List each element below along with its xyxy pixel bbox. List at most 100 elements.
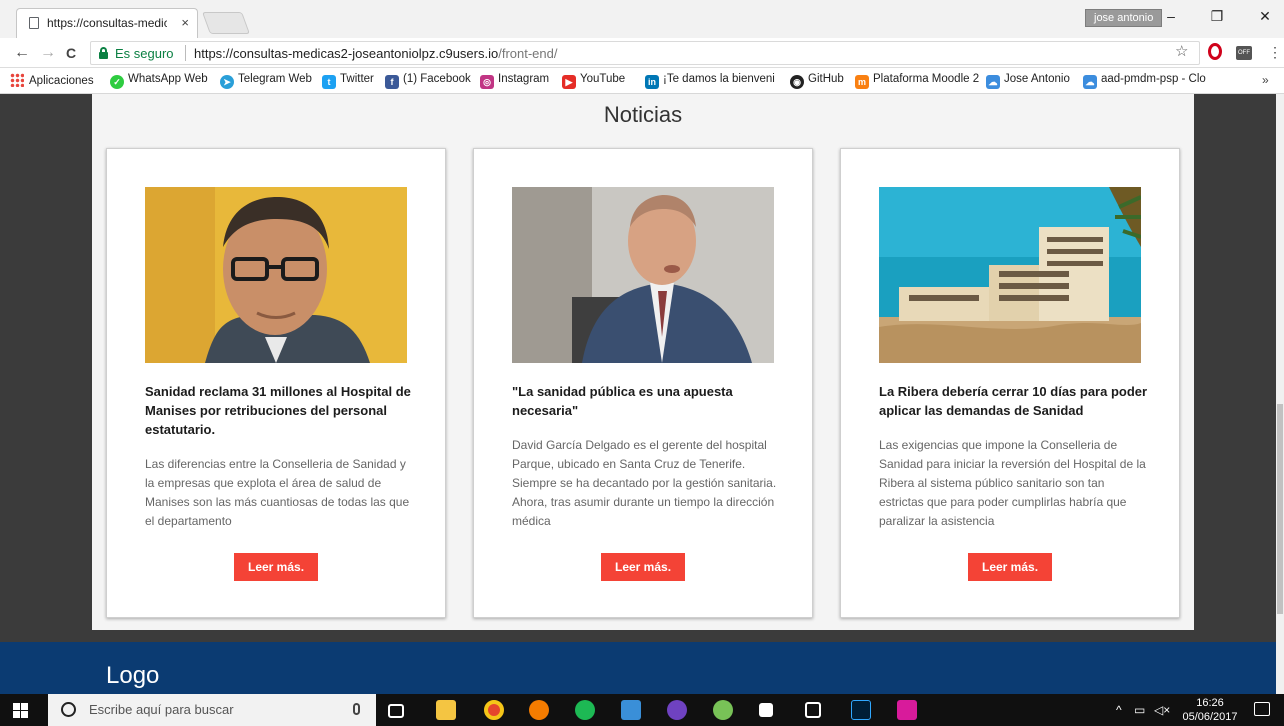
url-host: https://consultas-medicas2-joseantoniolp… <box>194 46 499 61</box>
page-icon <box>29 17 39 29</box>
cortana-icon <box>61 702 76 717</box>
facebook-icon: f <box>385 75 399 89</box>
search-placeholder: Escribe aquí para buscar <box>89 702 234 717</box>
profile-badge[interactable]: jose antonio <box>1085 9 1163 27</box>
bookmark-label: ¡Te damos la bienveni <box>663 73 775 85</box>
url-bar[interactable]: Es seguro https://consultas-medicas2-jos… <box>90 41 1200 65</box>
system-clock[interactable]: 16:26 05/06/2017 <box>1180 696 1240 724</box>
windows-start-icon[interactable] <box>13 703 28 718</box>
visual-studio-icon[interactable] <box>759 703 773 717</box>
windows-taskbar: Escribe aquí para buscar ^ ▭ ◁× 16:26 05… <box>0 694 1284 726</box>
bookmark-apps[interactable]: Aplicaciones <box>10 73 94 87</box>
news-headline: La Ribera debería cerrar 10 días para po… <box>879 384 1148 418</box>
file-explorer-icon[interactable] <box>436 700 456 720</box>
chevron-up-icon[interactable]: ^ <box>1116 703 1122 717</box>
cloud-icon: ☁ <box>1083 75 1097 89</box>
bookmark-github[interactable]: ◉ GitHub <box>790 73 844 89</box>
photoshop-icon[interactable] <box>851 700 871 720</box>
android-studio-icon[interactable] <box>713 700 733 720</box>
url-text[interactable]: https://consultas-medicas2-joseantoniolp… <box>194 46 557 61</box>
linkedin-icon: in <box>645 75 659 89</box>
browser-menu-icon[interactable]: ⋮ <box>1268 44 1282 61</box>
notifications-icon[interactable] <box>1254 702 1270 716</box>
back-button[interactable]: ← <box>14 44 30 62</box>
virtualbox-icon[interactable] <box>621 700 641 720</box>
whatsapp-icon: ✓ <box>110 75 124 89</box>
spotify-icon[interactable] <box>575 700 595 720</box>
opera-extension-icon[interactable] <box>1208 43 1222 60</box>
bookmark-label: Aplicaciones <box>29 75 94 87</box>
bookmark-instagram[interactable]: ◎ Instagram <box>480 73 549 89</box>
new-tab-button[interactable] <box>201 12 251 34</box>
forward-button[interactable]: → <box>40 44 56 62</box>
news-card: La Ribera debería cerrar 10 días para po… <box>840 148 1180 618</box>
bookmark-linkedin[interactable]: in ¡Te damos la bienveni <box>645 73 775 89</box>
page-scrollbar[interactable] <box>1276 94 1284 694</box>
news-card: "La sanidad pública es una apuesta neces… <box>473 148 813 618</box>
moodle-icon: m <box>855 75 869 89</box>
clock-date: 05/06/2017 <box>1182 711 1238 723</box>
volume-icon[interactable]: ◁× <box>1154 703 1170 717</box>
bookmark-facebook[interactable]: f (1) Facebook <box>385 73 471 89</box>
footer-logo[interactable]: Logo <box>106 662 159 690</box>
close-window-button[interactable]: ✕ <box>1250 8 1280 25</box>
bookmark-youtube[interactable]: ▶ YouTube <box>562 73 625 89</box>
webstorm-icon[interactable] <box>897 700 917 720</box>
read-more-button[interactable]: Leer más. <box>234 553 319 581</box>
secure-label[interactable]: Es seguro <box>115 46 174 61</box>
bookmark-label: YouTube <box>580 73 626 85</box>
firefox-icon[interactable] <box>529 700 549 720</box>
twitter-icon: t <box>322 75 336 89</box>
bookmark-label: Twitter <box>340 73 374 85</box>
browser-tab[interactable]: https://consultas-medica × <box>16 8 198 38</box>
bookmark-label: GitHub <box>808 73 844 85</box>
instagram-icon: ◎ <box>480 75 494 89</box>
apps-grid-icon <box>10 73 24 87</box>
extension-off-icon[interactable]: OFF <box>1236 46 1252 60</box>
lock-icon <box>99 47 108 59</box>
bookmark-label: Plataforma Moodle 2 <box>873 73 980 85</box>
task-view-icon[interactable] <box>388 704 404 718</box>
scrollbar-thumb[interactable] <box>1277 404 1283 614</box>
bookmark-star-icon[interactable]: ☆ <box>1175 42 1188 60</box>
battery-icon[interactable]: ▭ <box>1134 703 1145 717</box>
bookmarks-bar: Aplicaciones ✓ WhatsApp Web ➤ Telegram Web… <box>0 68 1284 94</box>
news-image-man-glasses[interactable] <box>145 187 407 363</box>
news-headline: Sanidad reclama 31 millones al Hospital … <box>145 384 411 437</box>
bookmark-label: Instagram <box>498 73 550 85</box>
address-toolbar: ← → C Es seguro https://consultas-medica… <box>0 38 1284 68</box>
telegram-icon: ➤ <box>220 75 234 89</box>
page-viewport: Noticias Sanidad reclama 31 millones al … <box>0 94 1284 694</box>
news-card: Sanidad reclama 31 millones al Hospital … <box>106 148 446 618</box>
bookmark-jose-antonio[interactable]: ☁ Jose Antonio <box>986 73 1070 89</box>
section-title: Noticias <box>603 102 683 127</box>
news-image-man-suit[interactable] <box>512 187 774 363</box>
bookmark-moodle[interactable]: m Plataforma Moodle 2 <box>855 73 979 89</box>
news-image-hospital[interactable] <box>879 187 1141 363</box>
microphone-icon[interactable] <box>353 703 360 715</box>
url-separator <box>185 45 186 61</box>
chrome-icon[interactable] <box>484 700 504 720</box>
reload-button[interactable]: C <box>66 45 76 61</box>
taskbar-search[interactable]: Escribe aquí para buscar <box>48 694 376 726</box>
bookmark-telegram[interactable]: ➤ Telegram Web <box>220 73 312 89</box>
read-more-button[interactable]: Leer más. <box>601 553 686 581</box>
package-icon[interactable] <box>805 702 821 718</box>
news-headline: "La sanidad pública es una apuesta neces… <box>512 384 733 418</box>
news-section: Noticias Sanidad reclama 31 millones al … <box>92 94 1194 630</box>
bookmark-twitter[interactable]: t Twitter <box>322 73 374 89</box>
maximize-button[interactable]: ❐ <box>1202 8 1232 25</box>
bookmark-aad-pmdm[interactable]: ☁ aad-pmdm-psp - Clo <box>1083 73 1253 89</box>
bookmark-label: (1) Facebook <box>403 73 471 85</box>
minimize-button[interactable]: – <box>1156 8 1186 24</box>
site-footer: Logo <box>0 642 1276 694</box>
news-summary: David García Delgado es el gerente del h… <box>512 438 777 528</box>
news-summary: Las diferencias entre la Conselleria de … <box>145 457 410 528</box>
github-icon: ◉ <box>790 75 804 89</box>
bookmark-whatsapp[interactable]: ✓ WhatsApp Web <box>110 73 208 89</box>
bookmarks-overflow-icon[interactable]: » <box>1262 73 1269 87</box>
github-desktop-icon[interactable] <box>667 700 687 720</box>
bookmark-label: Jose Antonio <box>1004 73 1070 85</box>
close-tab-icon[interactable]: × <box>181 15 189 30</box>
read-more-button[interactable]: Leer más. <box>968 553 1053 581</box>
